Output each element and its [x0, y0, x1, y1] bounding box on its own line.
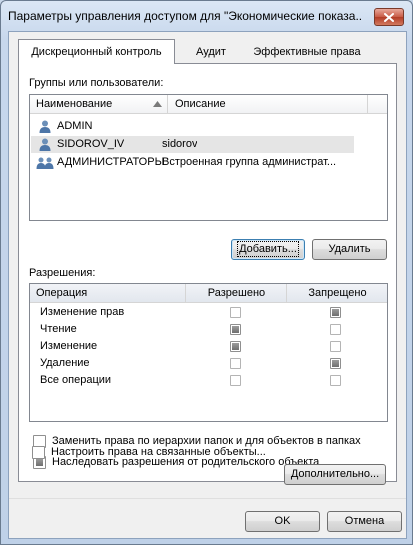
users-label: Группы или пользователи: — [29, 77, 164, 89]
deny-read-checkbox[interactable] — [330, 324, 341, 335]
column-header-denied[interactable]: Запрещено — [288, 284, 387, 302]
deny-change-rights-checkbox[interactable] — [330, 307, 341, 318]
column-header-allowed[interactable]: Разрешено — [187, 284, 287, 302]
user-row-administrators[interactable]: АДМИНИСТРАТОРЫ Встроенная группа админис… — [31, 154, 354, 171]
tab-strip: Дискреционный контроль Аудит Эффективные… — [18, 39, 398, 64]
group-name: АДМИНИСТРАТОРЫ — [57, 156, 165, 168]
permission-row-delete: Удаление — [40, 355, 90, 372]
tab-label: Дискреционный контроль — [31, 46, 162, 58]
ok-button-label: OK — [274, 515, 291, 527]
user-icon — [39, 120, 51, 133]
users-list-header: Наименование Описание — [30, 95, 387, 114]
tab-label: Эффективные права — [253, 46, 361, 58]
advanced-button-label: Дополнительно... — [290, 468, 380, 480]
group-icon — [36, 157, 54, 169]
close-icon — [384, 12, 394, 22]
deny-modify-checkbox[interactable] — [330, 341, 341, 352]
user-description: sidorov — [162, 138, 198, 150]
column-header-operation-label: Операция — [36, 287, 88, 299]
allow-delete-checkbox[interactable] — [230, 358, 241, 369]
advanced-button[interactable]: Дополнительно... — [284, 464, 386, 485]
footer-divider — [9, 498, 406, 499]
permission-row-change-rights: Изменение прав — [40, 304, 124, 321]
column-header-name[interactable]: Наименование — [30, 95, 168, 113]
remove-button[interactable]: Удалить — [312, 239, 387, 260]
allow-all-operations-checkbox[interactable] — [230, 375, 241, 386]
permissions-list-header: Операция Разрешено Запрещено — [30, 284, 387, 303]
user-name: SIDOROV_IV — [57, 138, 125, 150]
permissions-list[interactable]: Операция Разрешено Запрещено Изменение п… — [29, 283, 388, 422]
allow-modify-checkbox[interactable] — [230, 341, 241, 352]
add-button-label: Добавить... — [237, 241, 299, 257]
configure-related-objects-checkbox[interactable] — [32, 446, 45, 459]
column-header-description-label: Описание — [175, 98, 226, 110]
allow-change-rights-checkbox[interactable] — [230, 307, 241, 318]
column-header-description[interactable]: Описание — [169, 95, 368, 113]
user-row-admin[interactable]: ADMIN — [31, 118, 354, 135]
add-button[interactable]: Добавить... — [231, 239, 305, 260]
permission-row-read: Чтение — [40, 321, 77, 338]
permission-label: Все операции — [40, 374, 112, 386]
tab-label: Аудит — [196, 46, 226, 58]
dialog-body: Дискреционный контроль Аудит Эффективные… — [8, 31, 407, 539]
tab-effective-rights[interactable]: Эффективные права — [246, 42, 368, 62]
tab-discretionary-control[interactable]: Дискреционный контроль — [18, 39, 175, 64]
tab-audit[interactable]: Аудит — [186, 42, 236, 62]
deny-all-operations-checkbox[interactable] — [330, 375, 341, 386]
user-icon — [39, 138, 51, 151]
group-description: Встроенная группа администрат... — [162, 156, 337, 168]
close-button[interactable] — [374, 8, 404, 26]
sort-ascending-icon — [153, 101, 162, 107]
user-row-sidorov[interactable]: SIDOROV_IV sidorov — [31, 136, 354, 153]
permission-row-modify: Изменение — [40, 338, 97, 355]
column-header-name-label: Наименование — [36, 98, 113, 110]
window-title: Параметры управления доступом для "Эконо… — [8, 9, 363, 23]
cancel-button[interactable]: Отмена — [327, 511, 402, 532]
deny-delete-checkbox[interactable] — [330, 358, 341, 369]
permission-label: Изменение прав — [40, 306, 125, 318]
configure-related-objects-label[interactable]: Настроить права на связанные объекты... — [51, 446, 266, 458]
title-bar[interactable]: Параметры управления доступом для "Эконо… — [1, 1, 412, 29]
cancel-button-label: Отмена — [344, 515, 385, 527]
permission-label: Чтение — [40, 323, 77, 335]
permission-label: Изменение — [40, 340, 98, 352]
permissions-label: Разрешения: — [29, 267, 96, 279]
permission-row-all-operations: Все операции — [40, 372, 111, 389]
users-list[interactable]: Наименование Описание ADMIN SIDOROV_IV s… — [29, 94, 388, 221]
permission-label: Удаление — [40, 357, 90, 369]
column-header-operation[interactable]: Операция — [30, 284, 186, 302]
remove-button-label: Удалить — [328, 243, 371, 255]
dialog-window: Параметры управления доступом для "Эконо… — [0, 0, 413, 545]
tab-page: Группы или пользователи: Наименование Оп… — [18, 63, 397, 482]
ok-button[interactable]: OK — [245, 511, 320, 532]
column-header-allowed-label: Разрешено — [207, 287, 266, 299]
user-name: ADMIN — [57, 120, 93, 132]
column-header-denied-label: Запрещено — [308, 287, 367, 299]
allow-read-checkbox[interactable] — [230, 324, 241, 335]
